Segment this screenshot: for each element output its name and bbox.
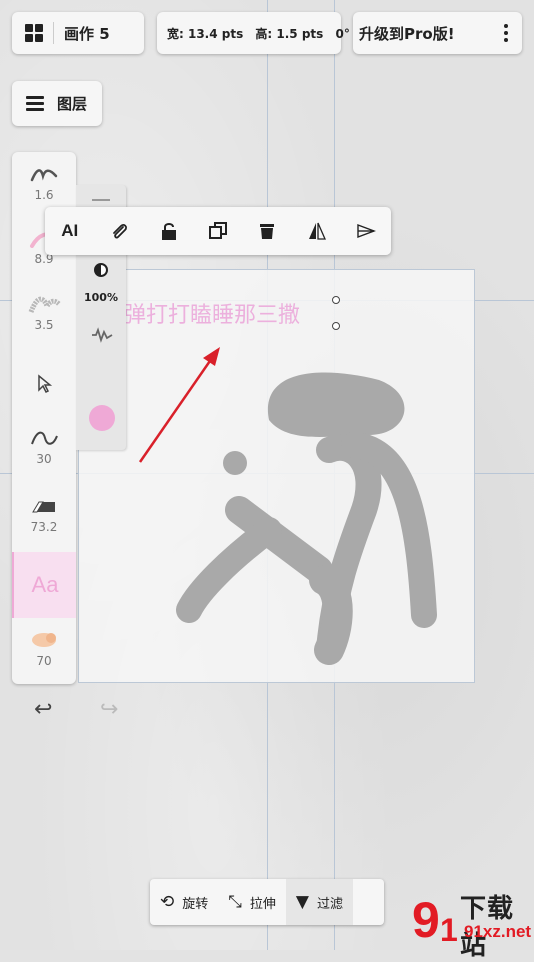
select-arrow-icon xyxy=(12,370,76,398)
divider xyxy=(53,22,54,44)
smudge-blob-icon xyxy=(12,626,76,654)
transform-bar: ⟲ 旋转 ⤡ 拉伸 ▼ 过滤 xyxy=(150,879,384,925)
artwork-menu-button[interactable]: 画作 5 xyxy=(12,12,144,54)
redo-icon[interactable]: ↪ xyxy=(100,697,118,722)
tool-value: 3.5 xyxy=(34,318,54,332)
smoothing-curve-icon xyxy=(12,424,76,452)
eraser-icon xyxy=(12,492,76,520)
artwork-title[interactable]: 画作 5 xyxy=(64,23,110,44)
stretch-label: 拉伸 xyxy=(249,896,276,912)
rotate-icon: ⟲ xyxy=(160,892,175,912)
texture-brush-icon xyxy=(12,290,76,318)
rotate-label: 旋转 xyxy=(182,896,209,912)
upgrade-button[interactable]: 升级到Pro版! xyxy=(353,12,522,54)
duplicate-icon[interactable] xyxy=(203,216,233,246)
layers-label: 图层 xyxy=(57,95,88,113)
filter-button[interactable]: ▼ 过滤 xyxy=(285,879,353,925)
align-icon[interactable] xyxy=(351,216,381,246)
height-value: 高: 1.5 pts xyxy=(255,26,324,41)
dimensions-display: 宽: 13.4 pts 高: 1.5 pts 0° xyxy=(157,12,350,54)
text-edit-icon[interactable]: AI xyxy=(55,216,85,246)
watermark-domain: 91xz.net xyxy=(464,922,532,941)
angle-value: 0° xyxy=(335,26,350,41)
tool-value: 73.2 xyxy=(30,520,58,534)
eraser-tool[interactable]: 73.2 xyxy=(12,492,76,534)
attach-icon[interactable] xyxy=(104,216,134,246)
svg-text:1: 1 xyxy=(440,912,458,948)
opacity-value[interactable]: 100% xyxy=(76,291,126,304)
text-tool[interactable]: Aa xyxy=(12,552,76,618)
contrast-icon[interactable] xyxy=(94,263,108,277)
brush-stroke-icon xyxy=(12,160,76,188)
stretch-icon: ⤡ xyxy=(228,892,242,912)
svg-text:9: 9 xyxy=(412,892,440,948)
watermark-logo: 9 1 下载站 91xz.net xyxy=(410,883,534,961)
smoothing-tool[interactable]: 30 xyxy=(12,424,76,466)
annotation-arrow xyxy=(138,347,220,463)
waveform-icon[interactable] xyxy=(91,327,113,343)
undo-icon[interactable]: ↩ xyxy=(34,697,52,722)
more-options-icon[interactable] xyxy=(504,24,508,42)
smudge-tool[interactable]: 70 xyxy=(12,626,76,668)
rotate-button[interactable]: ⟲ 旋转 xyxy=(150,879,218,925)
brush-tool[interactable]: 1.6 xyxy=(12,160,76,202)
layers-button[interactable]: 图层 xyxy=(12,81,102,126)
tool-value: 1.6 xyxy=(34,188,54,202)
stretch-button[interactable]: ⤡ 拉伸 xyxy=(218,879,286,925)
text-tool-icon: Aa xyxy=(31,572,59,597)
text-toolbar: AI xyxy=(45,207,391,255)
delete-icon[interactable] xyxy=(252,216,282,246)
color-swatch[interactable] xyxy=(89,405,115,431)
tool-value: 30 xyxy=(36,452,52,466)
flip-icon[interactable] xyxy=(302,216,332,246)
filter-label: 过滤 xyxy=(316,896,343,912)
filter-icon: ▼ xyxy=(295,892,309,912)
texture-brush-tool[interactable]: 3.5 xyxy=(12,290,76,332)
gallery-grid-icon[interactable] xyxy=(25,24,43,42)
upgrade-label[interactable]: 升级到Pro版! xyxy=(353,23,455,44)
select-tool[interactable] xyxy=(12,370,76,398)
layers-icon xyxy=(26,96,44,111)
panel-grip-icon xyxy=(92,199,110,201)
lock-icon[interactable] xyxy=(154,216,184,246)
tool-value: 70 xyxy=(36,654,52,668)
width-value: 宽: 13.4 pts xyxy=(167,26,244,41)
